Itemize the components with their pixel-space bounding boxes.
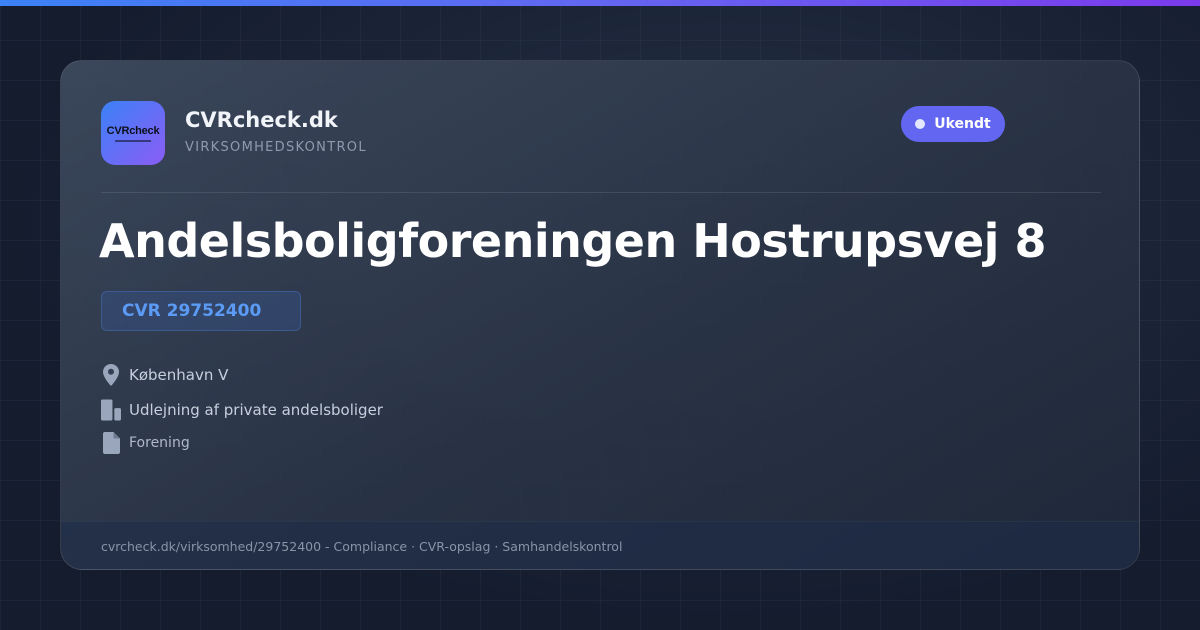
- company-type-row: Forening: [101, 432, 190, 454]
- status-badge: Ukendt: [901, 106, 1005, 142]
- location-row: København V: [101, 364, 228, 386]
- location-pin-icon: [101, 364, 121, 386]
- status-dot-icon: [915, 119, 926, 129]
- brand-name: CVRcheck.dk: [185, 108, 338, 132]
- brand-logo: CVRcheck: [101, 101, 165, 165]
- card-footer: cvrcheck.dk/virksomhed/29752400 - Compli…: [61, 521, 1139, 569]
- status-label: Ukendt: [934, 116, 991, 132]
- brand-logo-text: CVRcheck: [106, 124, 160, 137]
- company-card: CVRcheck CVRcheck.dk VIRKSOMHEDSKONTROL …: [60, 60, 1140, 570]
- industry-row: Udlejning af private andelsboliger: [101, 399, 383, 421]
- header-divider: [101, 192, 1101, 193]
- brand-tagline: VIRKSOMHEDSKONTROL: [185, 140, 367, 155]
- cvr-badge: CVR 29752400: [101, 291, 301, 331]
- building-icon: [101, 399, 121, 421]
- company-name: Andelsboligforeningen Hostrupsvej 8: [99, 214, 1046, 268]
- top-accent-bar: [0, 0, 1200, 6]
- document-icon: [101, 432, 121, 454]
- footer-text: cvrcheck.dk/virksomhed/29752400 - Compli…: [101, 539, 623, 554]
- location-text: København V: [129, 366, 229, 384]
- company-type-text: Forening: [129, 435, 190, 451]
- brand-logo-underline: [115, 139, 151, 142]
- industry-text: Udlejning af private andelsboliger: [129, 401, 383, 419]
